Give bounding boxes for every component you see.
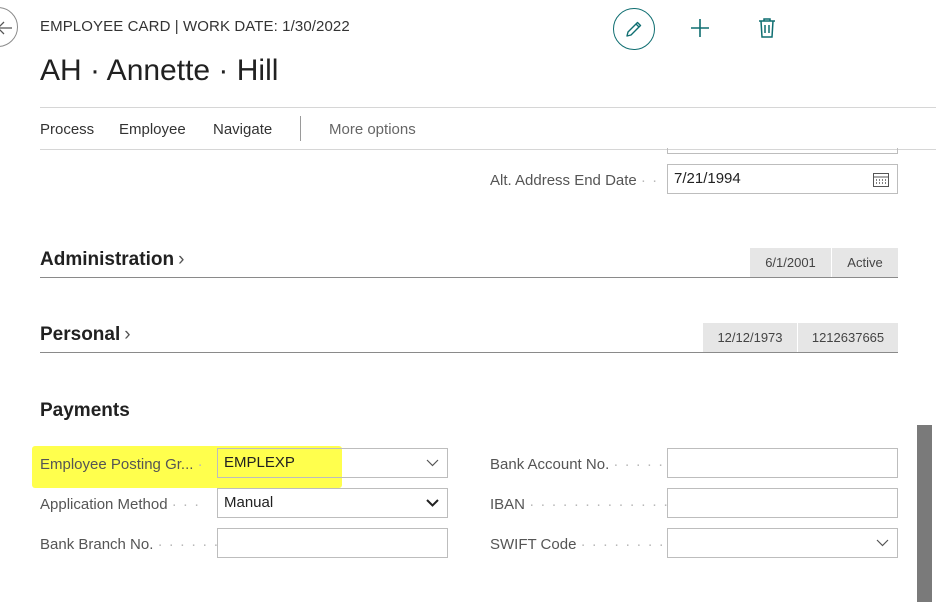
calendar-icon[interactable] bbox=[873, 172, 889, 187]
menu-navigate[interactable]: Navigate bbox=[213, 121, 272, 138]
alt-address-end-date-text: Alt. Address End Date bbox=[490, 172, 637, 189]
application-method-value: Manual bbox=[224, 494, 274, 511]
chevron-right-icon: › bbox=[124, 324, 131, 345]
application-method-label: Application Method · · · bbox=[40, 496, 200, 513]
back-arrow-icon bbox=[0, 21, 12, 35]
bank-branch-no-field[interactable] bbox=[217, 528, 448, 558]
menu-more-options[interactable]: More options bbox=[329, 121, 416, 138]
field-partial bbox=[667, 148, 898, 154]
alt-address-end-date-field[interactable]: 7/21/1994 bbox=[667, 164, 898, 194]
administration-status-badge: Active bbox=[832, 248, 898, 278]
administration-title: Administration bbox=[40, 249, 175, 270]
label-dots: · · · · · bbox=[613, 456, 665, 473]
edit-button[interactable] bbox=[613, 8, 655, 50]
administration-header[interactable]: Administration › bbox=[40, 249, 184, 271]
bank-account-no-label: Bank Account No. · · · · · bbox=[490, 456, 664, 473]
label-dots: · · · · · · bbox=[157, 536, 220, 553]
pencil-icon bbox=[626, 21, 642, 37]
swift-code-text: SWIFT Code bbox=[490, 536, 577, 553]
personal-title: Personal bbox=[40, 324, 121, 345]
label-dots: · · · · · · · · · bbox=[580, 536, 676, 553]
label-dots: · · · · · · · · · · · · · · bbox=[529, 496, 681, 513]
personal-date-badge: 12/12/1973 bbox=[703, 323, 797, 353]
bank-branch-no-text: Bank Branch No. bbox=[40, 536, 154, 553]
trash-icon bbox=[759, 18, 775, 38]
swift-code-label: SWIFT Code · · · · · · · · · bbox=[490, 536, 676, 553]
label-dots: · bbox=[197, 456, 204, 473]
delete-button[interactable] bbox=[758, 17, 776, 44]
page-caption: EMPLOYEE CARD | WORK DATE: 1/30/2022 bbox=[40, 18, 350, 35]
alt-address-end-date-value: 7/21/1994 bbox=[674, 170, 741, 187]
employee-posting-group-text: Employee Posting Gr... bbox=[40, 456, 194, 473]
employee-posting-group-label: Employee Posting Gr... · bbox=[40, 456, 204, 473]
administration-divider bbox=[40, 277, 898, 278]
payments-header: Payments bbox=[40, 400, 130, 421]
iban-field[interactable] bbox=[667, 488, 898, 518]
administration-date-badge: 6/1/2001 bbox=[750, 248, 831, 278]
employee-posting-group-value: EMPLEXP bbox=[224, 454, 295, 471]
chevron-down-icon[interactable] bbox=[876, 539, 889, 547]
plus-icon bbox=[691, 19, 709, 37]
new-button[interactable] bbox=[689, 17, 711, 44]
menu-employee[interactable]: Employee bbox=[119, 121, 186, 138]
label-dots: · · bbox=[640, 172, 659, 189]
vertical-scrollbar[interactable] bbox=[917, 425, 932, 602]
application-method-select[interactable]: Manual bbox=[217, 488, 448, 518]
menu-process[interactable]: Process bbox=[40, 121, 94, 138]
chevron-down-icon[interactable] bbox=[426, 499, 439, 507]
label-dots: · · · bbox=[171, 496, 201, 513]
iban-label: IBAN · · · · · · · · · · · · · · bbox=[490, 496, 680, 513]
application-method-text: Application Method bbox=[40, 496, 168, 513]
alt-address-end-date-label: Alt. Address End Date · · bbox=[490, 172, 658, 189]
swift-code-field[interactable] bbox=[667, 528, 898, 558]
bank-branch-no-label: Bank Branch No. · · · · · · bbox=[40, 536, 219, 553]
employee-posting-group-field[interactable]: EMPLEXP bbox=[217, 448, 448, 478]
personal-divider bbox=[40, 352, 898, 353]
bank-account-no-field[interactable] bbox=[667, 448, 898, 478]
chevron-right-icon: › bbox=[178, 249, 185, 270]
personal-number-badge: 1212637665 bbox=[798, 323, 898, 353]
bank-account-no-text: Bank Account No. bbox=[490, 456, 610, 473]
menu-separator bbox=[300, 116, 301, 141]
personal-header[interactable]: Personal › bbox=[40, 324, 131, 346]
header-divider bbox=[40, 107, 936, 108]
page-title: AH · Annette · Hill bbox=[40, 54, 279, 87]
chevron-down-icon[interactable] bbox=[426, 459, 439, 467]
back-button[interactable] bbox=[0, 7, 18, 47]
iban-text: IBAN bbox=[490, 496, 526, 513]
